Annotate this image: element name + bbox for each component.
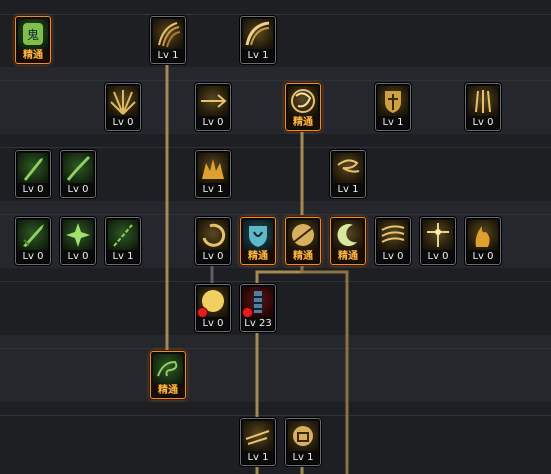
skill-level-label: 精通 (287, 116, 319, 129)
skill-slot[interactable]: Lv 0 (465, 217, 501, 265)
skill-level-label: 精通 (242, 250, 274, 263)
claw-slash-icon (153, 19, 183, 49)
sphere-slash-icon (288, 220, 318, 250)
skill-level-label: Lv 0 (422, 250, 454, 263)
triple-strike-icon (468, 86, 498, 116)
thrust-arrow-icon (198, 86, 228, 116)
skill-slot[interactable]: 精通 (285, 83, 321, 131)
skill-slot[interactable]: Lv 1 (105, 217, 141, 265)
spiral-wind-icon (333, 153, 363, 183)
chain-slash-icon (108, 220, 138, 250)
skill-slot[interactable]: Lv 1 (195, 150, 231, 198)
skill-level-label: Lv 1 (242, 451, 274, 464)
skill-slot[interactable]: Lv 1 (240, 16, 276, 64)
skill-slot[interactable]: Lv 0 (15, 150, 51, 198)
skill-slot[interactable]: 鬼精通 (15, 16, 51, 64)
skill-level-label: Lv 0 (17, 250, 49, 263)
skill-level-label: Lv 1 (152, 49, 184, 62)
moon-icon (333, 220, 363, 250)
skill-level-label: Lv 1 (197, 183, 229, 196)
skill-level-label: Lv 1 (287, 451, 319, 464)
star-cross-icon (423, 220, 453, 250)
skill-slot[interactable]: Lv 23 (240, 284, 276, 332)
skill-level-label: Lv 0 (107, 116, 139, 129)
skill-level-label: 精通 (17, 49, 49, 62)
skill-slot[interactable]: 精通 (285, 217, 321, 265)
skill-level-label: Lv 0 (17, 183, 49, 196)
skill-level-label: Lv 1 (107, 250, 139, 263)
skill-slot[interactable]: Lv 1 (330, 150, 366, 198)
skill-slot[interactable]: Lv 0 (15, 217, 51, 265)
skill-level-label: Lv 1 (332, 183, 364, 196)
gale-icon (378, 220, 408, 250)
shield-heart-icon (243, 220, 273, 250)
skill-slot[interactable]: Lv 0 (375, 217, 411, 265)
skill-level-label: 精通 (332, 250, 364, 263)
skill-slot[interactable]: Lv 0 (195, 217, 231, 265)
skill-slot[interactable]: Lv 0 (195, 284, 231, 332)
skill-level-label: 精通 (287, 250, 319, 263)
fist-orb-icon (288, 421, 318, 451)
skill-level-label: Lv 1 (377, 116, 409, 129)
skill-slot[interactable]: Lv 0 (420, 217, 456, 265)
skill-slot[interactable]: Lv 1 (150, 16, 186, 64)
sword-icon (18, 220, 48, 250)
blade-up-icon (18, 153, 48, 183)
crescent-spin-icon (198, 220, 228, 250)
skill-level-label: Lv 0 (62, 183, 94, 196)
dash-slash-icon (243, 421, 273, 451)
skill-level-label: 精通 (152, 384, 184, 397)
skill-slot[interactable]: Lv 0 (60, 150, 96, 198)
skill-slot[interactable]: Lv 0 (195, 83, 231, 131)
skill-slot[interactable]: Lv 1 (375, 83, 411, 131)
skill-level-label: Lv 0 (467, 250, 499, 263)
blade-diagonal-icon (63, 153, 93, 183)
wind-vortex-icon (153, 354, 183, 384)
skill-slot[interactable]: 精通 (330, 217, 366, 265)
burst-rays-icon (108, 86, 138, 116)
skill-level-label: Lv 23 (242, 317, 274, 330)
skill-slot[interactable]: 精通 (240, 217, 276, 265)
ghost-icon: 鬼 (18, 19, 48, 49)
skill-level-label: Lv 0 (62, 250, 94, 263)
skill-level-label: Lv 1 (242, 49, 274, 62)
connector-line (255, 265, 304, 286)
skill-slot[interactable]: Lv 1 (285, 418, 321, 466)
whirl-blade-icon (288, 86, 318, 116)
rising-flame-icon (468, 220, 498, 250)
skill-slot[interactable]: Lv 0 (60, 217, 96, 265)
cross-shield-icon (378, 86, 408, 116)
svg-text:鬼: 鬼 (27, 27, 39, 42)
flame-crown-icon (198, 153, 228, 183)
skill-slot[interactable]: Lv 0 (465, 83, 501, 131)
skill-slot[interactable]: Lv 0 (105, 83, 141, 131)
skill-slot[interactable]: Lv 1 (240, 418, 276, 466)
skill-level-label: Lv 0 (197, 317, 229, 330)
skill-slot[interactable]: 精通 (150, 351, 186, 399)
skill-level-label: Lv 0 (467, 116, 499, 129)
spark-burst-icon (63, 220, 93, 250)
skill-level-label: Lv 0 (377, 250, 409, 263)
fan-slash-icon (243, 19, 273, 49)
skill-level-label: Lv 0 (197, 250, 229, 263)
skill-level-label: Lv 0 (197, 116, 229, 129)
